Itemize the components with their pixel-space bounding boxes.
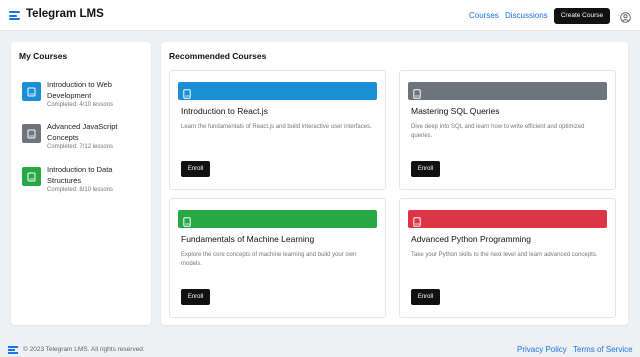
- nav-link-courses[interactable]: Courses: [469, 11, 499, 20]
- card-description: Take your Python skills to the next leve…: [411, 252, 598, 258]
- card-banner: [178, 210, 377, 228]
- nav-link-discussions[interactable]: Discussions: [505, 11, 548, 20]
- main-title: Recommended Courses: [169, 51, 267, 61]
- my-courses-panel: My Courses Introduction to Web Developme…: [11, 42, 151, 325]
- course-name: Introduction to Web Development: [47, 80, 112, 100]
- card-title: Introduction to React.js: [181, 106, 268, 116]
- card-title: Advanced Python Programming: [411, 234, 532, 244]
- course-name: Introduction to Data Structures: [47, 165, 113, 185]
- menu-icon: [8, 346, 18, 354]
- card-banner: [178, 82, 377, 100]
- app-title[interactable]: Telegram LMS: [26, 8, 104, 20]
- terms-of-service-link[interactable]: Terms of Service: [573, 345, 633, 354]
- menu-icon[interactable]: [9, 11, 20, 20]
- card-banner: [408, 210, 607, 228]
- copyright-text: © 2023 Telegram LMS. All rights reserved…: [23, 346, 145, 353]
- card-description: Learn the fundamentals of React.js and b…: [181, 124, 372, 130]
- book-icon: [22, 167, 41, 186]
- card-description: Dive deep into SQL and learn how to writ…: [411, 124, 585, 139]
- course-card: Fundamentals of Machine Learning Explore…: [169, 198, 386, 318]
- enroll-button[interactable]: Enroll: [181, 161, 210, 177]
- course-progress: Completed: 4/10 lessons: [47, 102, 114, 108]
- enroll-button[interactable]: Enroll: [411, 161, 440, 177]
- course-name: Advanced JavaScript Concepts: [47, 122, 118, 142]
- user-icon[interactable]: [620, 10, 631, 23]
- card-title: Mastering SQL Queries: [411, 106, 500, 116]
- recommended-courses-panel: Recommended Courses Introduction to Reac…: [161, 42, 628, 325]
- top-navbar: Telegram LMS Courses Discussions Create …: [0, 0, 640, 31]
- enroll-button[interactable]: Enroll: [411, 289, 440, 305]
- course-card: Introduction to React.js Learn the funda…: [169, 70, 386, 190]
- book-icon: [183, 214, 191, 232]
- course-progress: Completed: 8/10 lessons: [47, 187, 114, 193]
- card-banner: [408, 82, 607, 100]
- book-icon: [22, 82, 41, 101]
- book-icon: [413, 86, 421, 104]
- create-course-button[interactable]: Create Course: [554, 8, 610, 24]
- sidebar-title: My Courses: [19, 51, 68, 61]
- enroll-button[interactable]: Enroll: [181, 289, 210, 305]
- privacy-policy-link[interactable]: Privacy Policy: [517, 345, 567, 354]
- course-card: Mastering SQL Queries Dive deep into SQL…: [399, 70, 616, 190]
- card-description: Explore the core concepts of machine lea…: [181, 252, 357, 267]
- footer: © 2023 Telegram LMS. All rights reserved…: [0, 339, 640, 357]
- book-icon: [413, 214, 421, 232]
- course-card: Advanced Python Programming Take your Py…: [399, 198, 616, 318]
- book-icon: [22, 124, 41, 143]
- book-icon: [183, 86, 191, 104]
- card-title: Fundamentals of Machine Learning: [181, 234, 315, 244]
- course-progress: Completed: 7/12 lessons: [47, 144, 114, 150]
